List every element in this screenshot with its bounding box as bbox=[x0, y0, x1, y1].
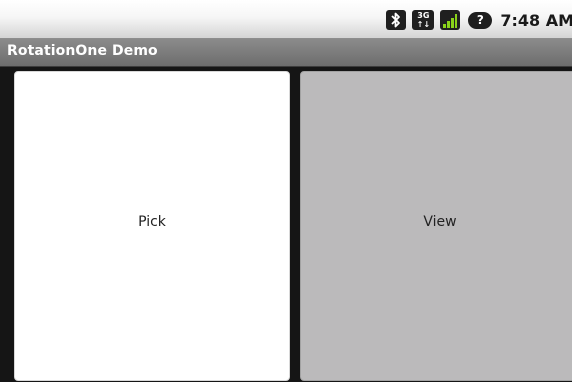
app-title: RotationOne Demo bbox=[7, 43, 158, 59]
app-title-bar: RotationOne Demo bbox=[0, 39, 572, 67]
signal-bar bbox=[447, 21, 450, 28]
pick-button[interactable]: Pick bbox=[14, 71, 290, 381]
signal-strength-icon bbox=[440, 10, 461, 30]
pick-button-label: Pick bbox=[138, 214, 166, 230]
status-bar: 3G ↑↓ ? 7:48 AM bbox=[0, 0, 572, 39]
signal-bar bbox=[450, 18, 454, 28]
bluetooth-icon bbox=[386, 10, 407, 30]
view-button-label: View bbox=[423, 214, 457, 230]
device-screen: 3G ↑↓ ? 7:48 AM RotationOne Demo Pick Vi… bbox=[0, 0, 572, 382]
signal-bar bbox=[454, 14, 458, 28]
view-button[interactable]: View bbox=[300, 71, 572, 381]
battery-badge: ? bbox=[476, 13, 484, 27]
network-3g-icon: 3G ↑↓ bbox=[412, 10, 435, 30]
status-clock: 7:48 AM bbox=[500, 10, 572, 30]
data-arrows-icon: ↑↓ bbox=[416, 20, 431, 29]
battery-icon: ? bbox=[468, 11, 493, 29]
signal-bar bbox=[443, 24, 447, 28]
status-icons: 3G ↑↓ ? 7:48 AM bbox=[386, 8, 572, 32]
main-content: Pick View bbox=[0, 67, 572, 382]
network-type-label: 3G bbox=[417, 11, 430, 20]
